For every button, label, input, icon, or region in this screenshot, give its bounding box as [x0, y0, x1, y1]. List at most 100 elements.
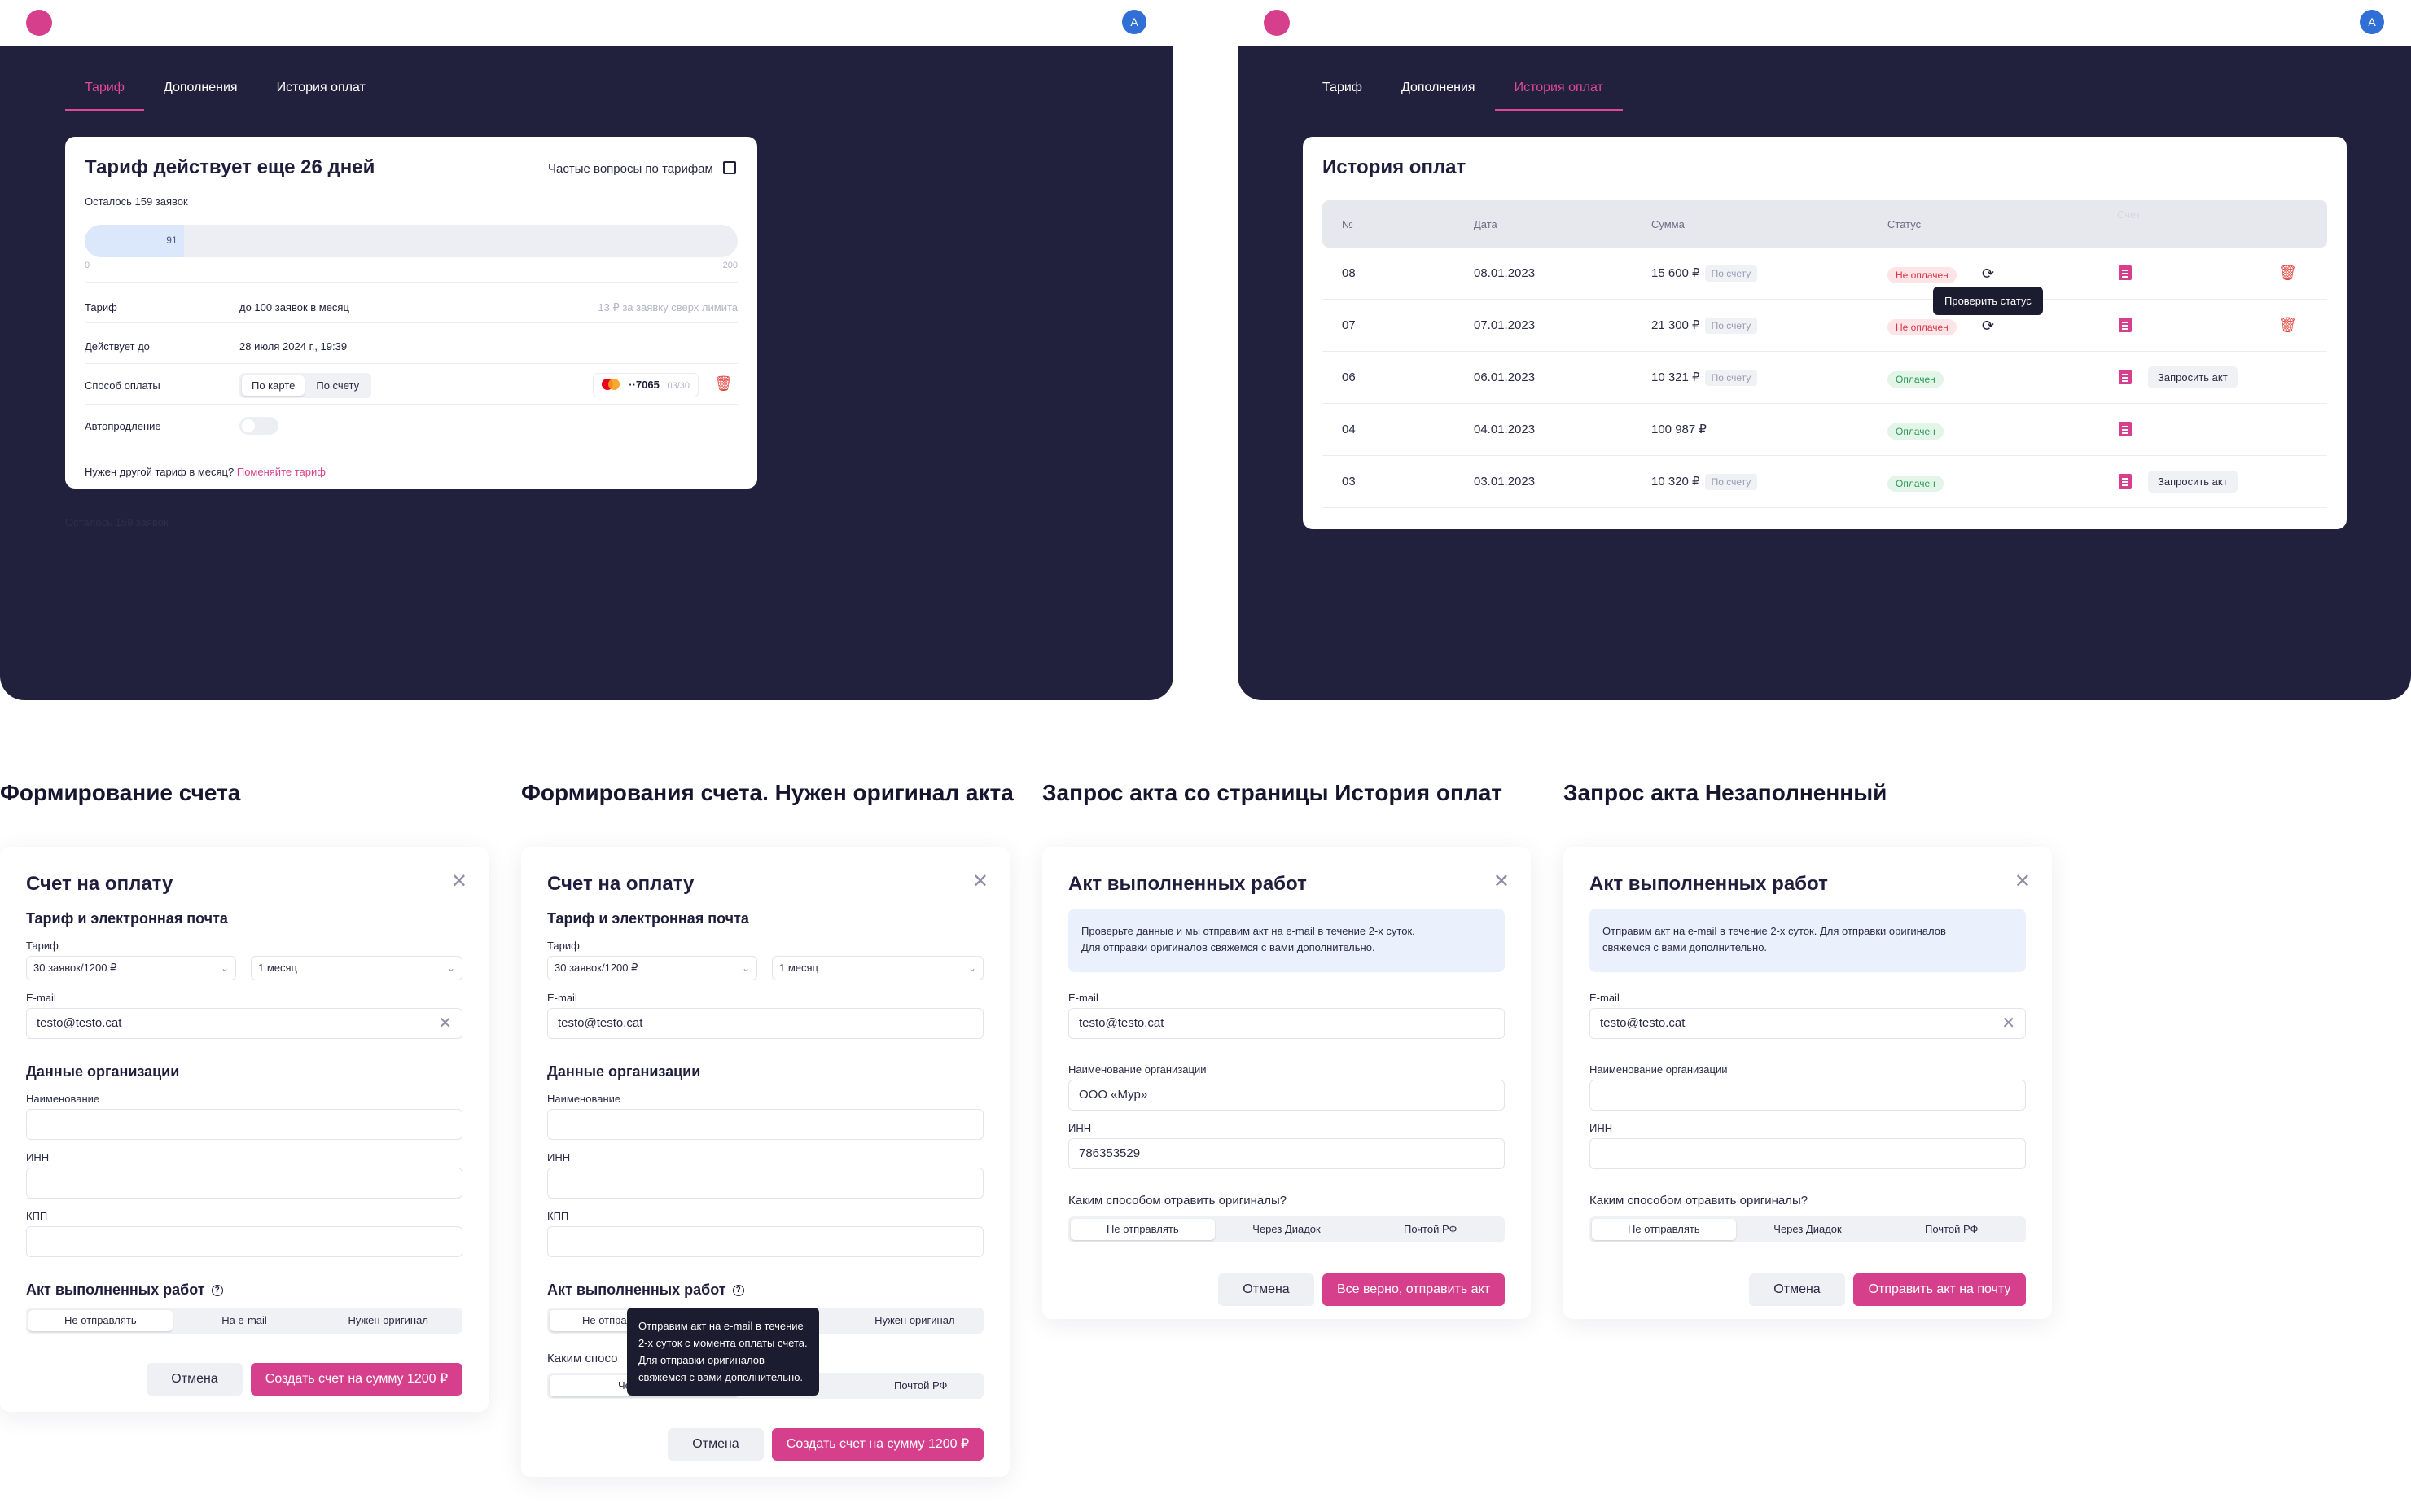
period-select-value: 1 месяц: [258, 962, 297, 974]
divider: [85, 363, 738, 364]
org-field[interactable]: [1589, 1080, 2026, 1111]
invoice-document-icon[interactable]: [2119, 474, 2132, 489]
method-option-none[interactable]: Не отправлять: [1071, 1219, 1215, 1240]
modal-title: Акт выполненных работ: [1068, 873, 1307, 895]
invoice-document-icon[interactable]: [2119, 422, 2132, 436]
inn-field[interactable]: 786353529: [1068, 1138, 1505, 1169]
footer-text: Нужен другой тариф в месяц? Поменяйте та…: [85, 466, 326, 478]
create-invoice-button[interactable]: Создать счет на сумму 1200 ₽: [772, 1428, 984, 1461]
act-option-none[interactable]: Не отправлять: [28, 1310, 173, 1331]
send-act-button[interactable]: Все верно, отправить акт: [1322, 1273, 1505, 1306]
logo[interactable]: [1264, 10, 1290, 36]
close-icon[interactable]: ✕: [2014, 870, 2031, 893]
invoice-document-icon[interactable]: [2119, 265, 2132, 280]
close-icon[interactable]: ✕: [972, 870, 989, 893]
method-option-post[interactable]: Почтой РФ: [1879, 1219, 2023, 1240]
close-icon[interactable]: ✕: [1493, 870, 1510, 893]
org-data-heading: Данные организации: [547, 1063, 701, 1080]
act-option-original[interactable]: Нужен оригинал: [316, 1310, 460, 1331]
inn-field[interactable]: [547, 1168, 984, 1199]
top-bar: A: [0, 0, 1173, 46]
valid-label: Действует до: [85, 340, 150, 353]
act-option-original[interactable]: Нужен оригинал: [848, 1310, 981, 1331]
col-num: №: [1342, 218, 1353, 230]
tab-tariff[interactable]: Тариф: [65, 78, 144, 111]
tooltip-line: Для отправки оригиналов: [638, 1354, 765, 1366]
row-num: 08: [1342, 266, 1356, 280]
method-option-diadoc[interactable]: Через Диадок: [1736, 1219, 1880, 1240]
close-icon[interactable]: ✕: [451, 870, 467, 893]
email-field[interactable]: testo@testo.cat ✕: [1589, 1008, 2026, 1039]
inn-field[interactable]: [1589, 1138, 2026, 1169]
request-act-button[interactable]: Запросить акт: [2148, 366, 2238, 388]
refresh-status-icon[interactable]: ⟳: [1982, 318, 1994, 335]
row-sum-value: 21 300 ₽: [1651, 318, 1700, 332]
row-num: 06: [1342, 370, 1356, 384]
col-invoice: Счет: [2117, 208, 2141, 221]
method-option-post[interactable]: Почтой РФ: [860, 1375, 981, 1396]
kpp-label: КПП: [547, 1210, 569, 1222]
invoice-document-icon[interactable]: [2119, 318, 2132, 332]
avatar[interactable]: A: [1122, 10, 1146, 34]
create-invoice-button[interactable]: Создать счет на сумму 1200 ₽: [251, 1363, 462, 1396]
tariff-select[interactable]: 30 заявок/1200 ₽ ⌄: [547, 956, 757, 980]
tab-history[interactable]: История оплат: [257, 78, 385, 111]
delete-card-icon[interactable]: 🗑: [714, 376, 733, 391]
period-select[interactable]: 1 месяц ⌄: [251, 956, 462, 980]
tab-addons[interactable]: Дополнения: [1382, 78, 1495, 111]
payment-method-toggle: По карте По счету: [239, 373, 372, 398]
clear-icon[interactable]: ✕: [438, 1009, 452, 1038]
delete-invoice-icon[interactable]: 🗑: [2278, 265, 2297, 280]
invoice-document-icon[interactable]: [2119, 370, 2132, 384]
period-select[interactable]: 1 месяц ⌄: [772, 956, 984, 980]
method-option-post[interactable]: Почтой РФ: [1358, 1219, 1502, 1240]
name-field[interactable]: [26, 1109, 462, 1140]
payment-type-chip: По счету: [1704, 265, 1758, 282]
tab-tariff[interactable]: Тариф: [1303, 78, 1382, 111]
tab-history[interactable]: История оплат: [1494, 78, 1624, 111]
tariff-select[interactable]: 30 заявок/1200 ₽ ⌄: [26, 956, 236, 980]
modal-title: Счет на оплату: [26, 873, 173, 895]
request-act-button[interactable]: Запросить акт: [2148, 471, 2238, 493]
method-option-diadoc[interactable]: Через Диадок: [1215, 1219, 1359, 1240]
act-option-email[interactable]: На e-mail: [173, 1310, 317, 1331]
act-request-modal: Акт выполненных работ ✕ Проверьте данные…: [1042, 847, 1531, 1319]
cancel-button[interactable]: Отмена: [668, 1428, 764, 1461]
pay-by-invoice-option[interactable]: По счету: [306, 375, 369, 396]
faq-link[interactable]: Частые вопросы по тарифам: [548, 161, 736, 176]
payment-type-chip: По счету: [1704, 474, 1758, 490]
tab-addons[interactable]: Дополнения: [144, 78, 257, 111]
cancel-button[interactable]: Отмена: [147, 1363, 243, 1396]
cancel-button[interactable]: Отмена: [1218, 1273, 1314, 1306]
org-field[interactable]: ООО «Мур»: [1068, 1080, 1505, 1111]
email-field[interactable]: testo@testo.cat ✕: [26, 1008, 462, 1039]
kpp-field[interactable]: [547, 1226, 984, 1257]
section-title-invoice-original: Формирования счета. Нужен оригинал акта: [521, 780, 1014, 805]
cancel-button[interactable]: Отмена: [1749, 1273, 1845, 1306]
inn-field[interactable]: [26, 1168, 462, 1199]
logo[interactable]: [26, 10, 52, 36]
divider: [85, 404, 738, 405]
clear-icon[interactable]: ✕: [2001, 1009, 2015, 1038]
autorenew-toggle[interactable]: [239, 417, 278, 435]
card-title: Тариф действует еще 26 дней: [85, 156, 375, 178]
change-tariff-link[interactable]: Поменяйте тариф: [237, 466, 326, 478]
name-field[interactable]: [547, 1109, 984, 1140]
help-icon[interactable]: ?: [732, 1285, 744, 1297]
row-num: 07: [1342, 318, 1356, 332]
status-badge: Не оплачен: [1887, 319, 1957, 335]
refresh-status-icon[interactable]: ⟳: [1982, 265, 1994, 283]
send-act-to-email-button[interactable]: Отправить акт на почту: [1853, 1273, 2026, 1306]
kpp-field[interactable]: [26, 1226, 462, 1257]
help-icon[interactable]: ?: [211, 1285, 223, 1297]
avatar[interactable]: A: [2360, 10, 2384, 34]
remaining-requests: Осталось 159 заявок: [85, 195, 188, 208]
pay-by-card-option[interactable]: По карте: [242, 375, 305, 396]
mastercard-icon: [601, 379, 620, 390]
email-value: testo@testo.cat: [1600, 1016, 1686, 1030]
delete-invoice-icon[interactable]: 🗑: [2278, 318, 2297, 332]
method-option-none[interactable]: Не отправлять: [1592, 1219, 1736, 1240]
row-date: 06.01.2023: [1474, 370, 1536, 384]
email-field[interactable]: testo@testo.cat: [547, 1008, 984, 1039]
email-field[interactable]: testo@testo.cat: [1068, 1008, 1505, 1039]
